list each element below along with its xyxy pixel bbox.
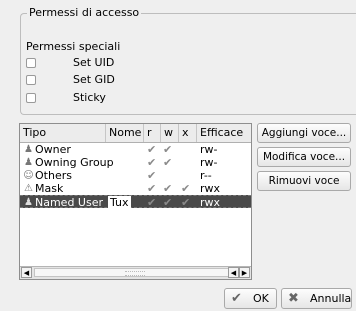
user-icon: ♟ bbox=[24, 197, 33, 208]
remove-entry-button[interactable]: Rimuovi voce bbox=[257, 171, 351, 191]
cell-w[interactable]: ✔ bbox=[163, 196, 172, 209]
cell-tipo: Owning Group bbox=[35, 156, 114, 169]
table-row[interactable]: ☺ Others ✔ r-- bbox=[20, 169, 251, 182]
cell-r[interactable]: ✔ bbox=[147, 196, 156, 209]
header-w[interactable]: w bbox=[161, 124, 179, 142]
scrollbar-thumb[interactable] bbox=[34, 268, 231, 277]
modify-entry-button[interactable]: Modifica voce... bbox=[257, 147, 351, 167]
cell-nome: Tux bbox=[108, 196, 131, 209]
cell-efficace: rwx bbox=[200, 182, 221, 195]
horizontal-scrollbar[interactable]: ◀ ◀ ▶ bbox=[20, 266, 251, 279]
ok-label: OK bbox=[253, 292, 269, 305]
header-tipo[interactable]: Tipo bbox=[20, 124, 106, 142]
cell-efficace: r-- bbox=[200, 169, 212, 182]
table-header: Tipo Nome r w x Efficace bbox=[20, 124, 251, 143]
setgid-label: Set GID bbox=[73, 73, 115, 86]
add-entry-button[interactable]: Aggiungi voce... bbox=[257, 123, 351, 143]
cell-tipo: Mask bbox=[35, 182, 64, 195]
setgid-checkbox[interactable] bbox=[26, 75, 36, 85]
header-nome[interactable]: Nome bbox=[106, 124, 144, 142]
close-icon: ✖ bbox=[288, 291, 299, 306]
cell-w[interactable]: ✔ bbox=[163, 143, 172, 156]
ok-button[interactable]: ✔ OK bbox=[224, 288, 277, 309]
warning-icon: ⚠ bbox=[24, 183, 33, 194]
setuid-checkbox[interactable] bbox=[26, 58, 36, 68]
cell-r[interactable]: ✔ bbox=[147, 143, 156, 156]
header-efficace[interactable]: Efficace bbox=[197, 124, 251, 142]
cell-x[interactable]: ✔ bbox=[181, 182, 190, 195]
cell-efficace: rwx bbox=[200, 196, 221, 209]
group-icon: ♟ bbox=[24, 157, 33, 168]
access-permissions-group bbox=[20, 13, 356, 115]
cell-tipo: Owner bbox=[35, 143, 71, 156]
header-r[interactable]: r bbox=[144, 124, 161, 142]
scroll-right-icon[interactable]: ▶ bbox=[239, 267, 250, 278]
cell-r[interactable]: ✔ bbox=[147, 156, 156, 169]
checkbox-setgid[interactable]: Set GID bbox=[26, 73, 115, 87]
cell-w[interactable]: ✔ bbox=[163, 182, 172, 195]
special-permissions-label: Permessi speciali bbox=[26, 40, 121, 53]
table-row-selected[interactable]: ♟ Named User Tux ✔ ✔ ✔ rwx bbox=[20, 195, 251, 209]
cell-tipo: Named User bbox=[35, 196, 104, 209]
grip-icon bbox=[125, 271, 145, 276]
table-row[interactable]: ⚠ Mask ✔ ✔ ✔ rwx bbox=[20, 182, 251, 195]
header-x[interactable]: x bbox=[179, 124, 197, 142]
cell-tipo: Others bbox=[35, 169, 72, 182]
cell-efficace: rw- bbox=[200, 156, 218, 169]
checkmark-icon: ✔ bbox=[231, 291, 242, 306]
others-icon: ☺ bbox=[23, 170, 34, 181]
group-title: Permessi di accesso bbox=[27, 6, 142, 19]
scroll-left-icon[interactable]: ◀ bbox=[21, 267, 32, 278]
table-row[interactable]: ♟ Owning Group ✔ ✔ rw- bbox=[20, 156, 251, 169]
table-row[interactable]: ♟ Owner ✔ ✔ rw- bbox=[20, 143, 251, 156]
cell-w[interactable]: ✔ bbox=[163, 156, 172, 169]
cancel-button[interactable]: ✖ Annulla bbox=[281, 288, 352, 309]
cell-efficace: rw- bbox=[200, 143, 218, 156]
cancel-label: Annulla bbox=[310, 292, 352, 305]
sticky-checkbox[interactable] bbox=[26, 93, 36, 103]
cell-r[interactable]: ✔ bbox=[147, 169, 156, 182]
user-icon: ♟ bbox=[24, 144, 33, 155]
checkbox-sticky[interactable]: Sticky bbox=[26, 91, 106, 105]
acl-table[interactable]: Tipo Nome r w x Efficace ♟ Owner ✔ ✔ rw-… bbox=[19, 123, 252, 280]
cell-x[interactable]: ✔ bbox=[181, 196, 190, 209]
setuid-label: Set UID bbox=[73, 56, 115, 69]
cell-r[interactable]: ✔ bbox=[147, 182, 156, 195]
checkbox-setuid[interactable]: Set UID bbox=[26, 56, 114, 70]
sticky-label: Sticky bbox=[73, 91, 106, 104]
scroll-left-icon[interactable]: ◀ bbox=[228, 267, 239, 278]
